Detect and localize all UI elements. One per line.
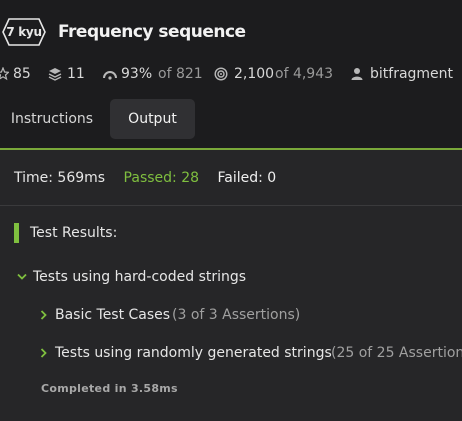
star-icon — [0, 67, 9, 81]
target-icon — [214, 67, 228, 81]
completed-count: 2,100 — [234, 66, 275, 82]
chevron-right-icon[interactable] — [38, 309, 50, 321]
output-panel: Time: 569ms Passed: 28 Failed: 0 Test Re… — [0, 148, 462, 421]
satisfaction-percent: 93% — [121, 66, 153, 82]
satisfaction-votes: of 821 — [158, 66, 203, 82]
failed-count: Failed: 0 — [217, 170, 277, 186]
kata-tabs: Instructions Output — [0, 99, 462, 139]
stars-count: 85 — [13, 66, 31, 82]
kyu-rank-label: 7 kyu — [6, 25, 42, 39]
random-tests-label: Tests using randomly generated strings — [55, 345, 332, 361]
collections-count: 11 — [67, 66, 85, 82]
test-results-title: Test Results: — [30, 225, 118, 241]
test-results-heading: Test Results: — [14, 223, 117, 243]
test-summary: Time: 569ms Passed: 28 Failed: 0 — [14, 168, 276, 188]
kyu-rank-badge: 7 kyu — [2, 18, 46, 46]
run-time: Time: 569ms — [14, 170, 106, 186]
passed-count: Passed: 28 — [123, 170, 200, 186]
basic-test-cases-label: Basic Test Cases — [55, 307, 171, 323]
user-icon — [351, 68, 363, 80]
kata-header: 7 kyu Frequency sequence — [0, 16, 462, 48]
tab-instructions[interactable]: Instructions — [0, 99, 104, 139]
author-name[interactable]: bitfragment — [370, 63, 453, 85]
chevron-right-icon[interactable] — [38, 347, 50, 359]
passed-indicator-bar — [14, 223, 19, 243]
stack-icon — [48, 68, 62, 81]
completed-total: of 4,943 — [275, 66, 334, 82]
summary-divider — [0, 205, 462, 206]
tab-output[interactable]: Output — [110, 99, 195, 139]
kata-title[interactable]: Frequency sequence — [58, 18, 246, 46]
satisfaction-icon — [103, 71, 117, 80]
test-group-label: Tests using hard-coded strings — [33, 269, 247, 285]
random-assertions-count: (25 of 25 Assertions) — [331, 345, 462, 361]
completed-time: Completed in 3.58ms — [41, 382, 178, 395]
kata-stats: 85 11 93% of 821 2,100 of 4,943 bitfragm… — [0, 63, 462, 85]
basic-assertions-count: (3 of 3 Assertions) — [172, 307, 301, 323]
chevron-down-icon[interactable] — [16, 271, 28, 283]
